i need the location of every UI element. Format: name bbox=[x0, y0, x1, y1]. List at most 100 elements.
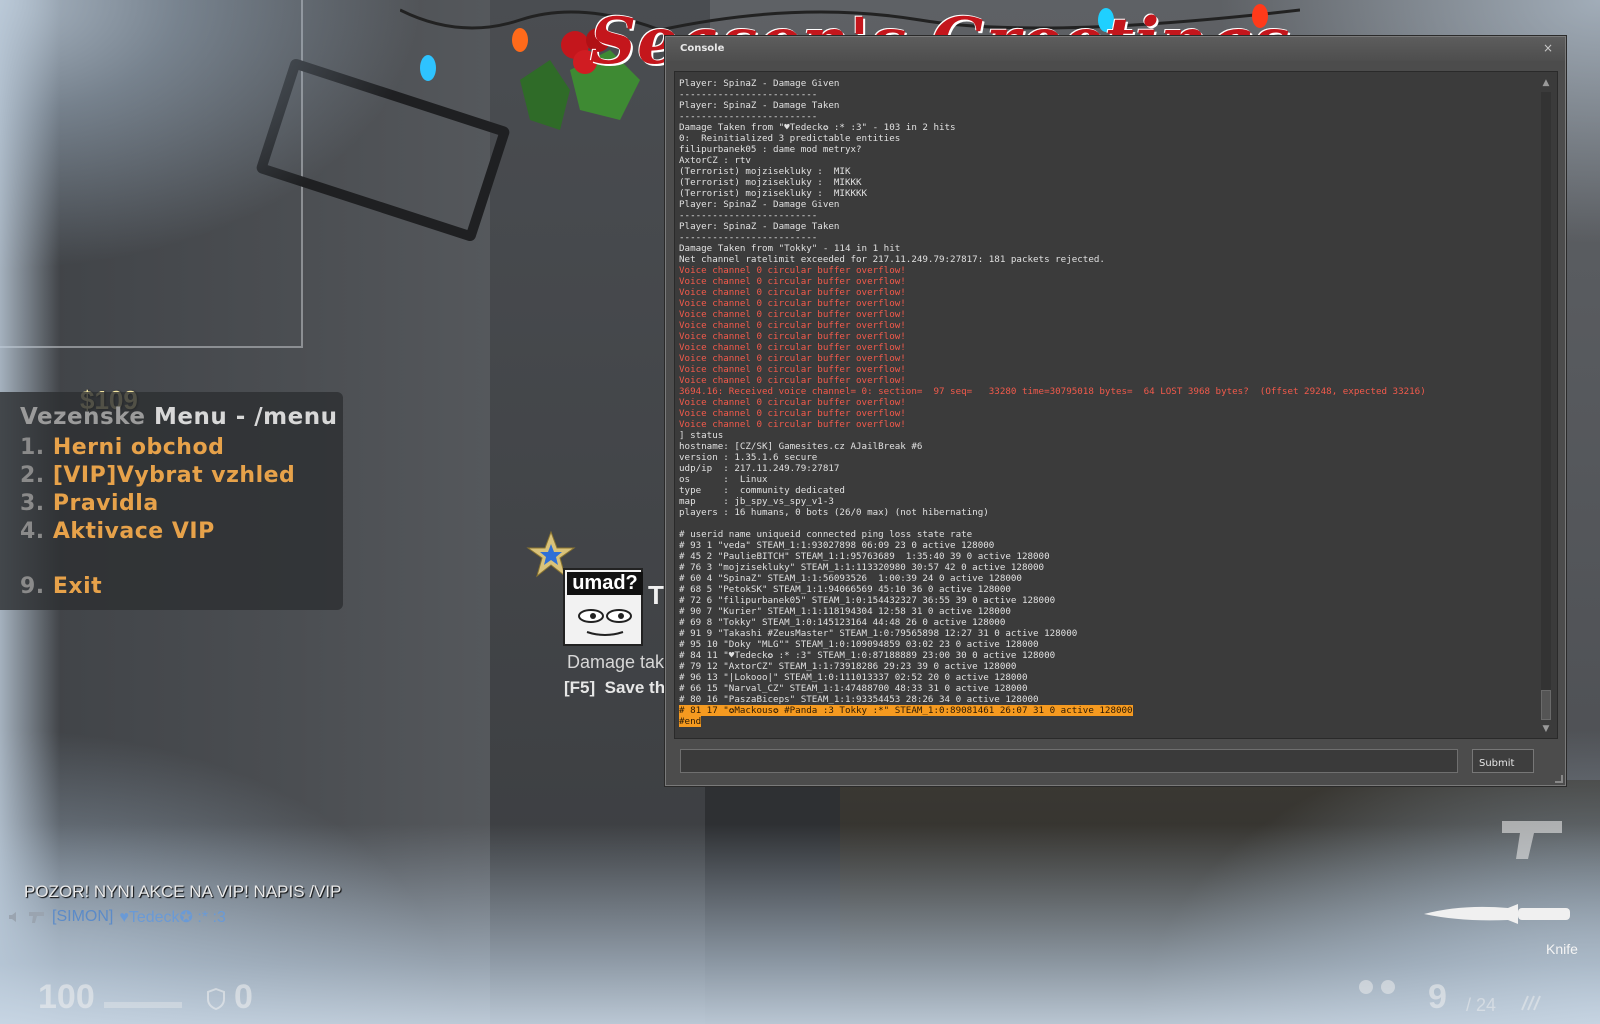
console-line: Voice channel 0 circular buffer overflow… bbox=[679, 342, 906, 353]
menu-item-shop[interactable]: 1. Herni obchod bbox=[20, 434, 343, 462]
attacker-avatar: umad? bbox=[563, 568, 643, 646]
ammo-clip-value: 9 bbox=[1428, 978, 1447, 1016]
console-line: Voice channel 0 circular buffer overflow… bbox=[679, 331, 906, 342]
pistol-icon[interactable] bbox=[1500, 815, 1566, 863]
scroll-up-icon[interactable]: ▲ bbox=[1539, 76, 1553, 90]
scroll-thumb[interactable] bbox=[1541, 690, 1551, 720]
menu-item-number: 9. bbox=[20, 574, 45, 599]
menu-title-suffix: Menu - /menu bbox=[145, 404, 338, 430]
console-window[interactable]: Console × Player: SpinaZ - Damage Given -… bbox=[665, 36, 1566, 786]
console-line: # 60 4 "SpinaZ" STEAM_1:1:56093526 1:00:… bbox=[679, 573, 1022, 584]
console-line: Voice channel 0 circular buffer overflow… bbox=[679, 265, 906, 276]
console-line: Voice channel 0 circular buffer overflow… bbox=[679, 397, 906, 408]
console-line: (Terrorist) mojzisekluky : MIK bbox=[679, 166, 851, 177]
ammo-reserve-value: / 24 bbox=[1466, 995, 1497, 1015]
console-line: # 80 16 "PaszaBiceps" STEAM_1:1:93354453… bbox=[679, 694, 1039, 705]
menu-item-label: Herni obchod bbox=[52, 435, 225, 460]
avatar-caption: umad? bbox=[567, 572, 643, 595]
console-line: AxtorCZ : rtv bbox=[679, 155, 751, 166]
console-line: udp/ip : 217.11.249.79:27817 bbox=[679, 463, 840, 474]
console-line: # 95 10 "Doky "MLG"" STEAM_1:0:109094859… bbox=[679, 639, 1039, 650]
console-line: # 45 2 "PaulieBITCH" STEAM_1:1:95763689 … bbox=[679, 551, 1050, 562]
menu-item-number: 3. bbox=[20, 491, 45, 516]
console-line: 0: Reinitialized 3 predictable entities bbox=[679, 133, 901, 144]
save-action: Save th bbox=[604, 678, 666, 697]
console-title: Console bbox=[680, 43, 725, 54]
save-hint: [F5] Save th bbox=[564, 678, 668, 698]
chat-line-voice: [SIMON] ♥Tedeck✪ :* :3 bbox=[8, 907, 226, 927]
menu-title: Vezenske Menu - /menu bbox=[20, 404, 343, 434]
chat-tag: [SIMON] bbox=[52, 908, 114, 925]
menu-item-number: 2. bbox=[20, 463, 45, 488]
console-line: Voice channel 0 circular buffer overflow… bbox=[679, 309, 906, 320]
console-line: type : community dedicated bbox=[679, 485, 845, 496]
console-line: # 81 17 "✪Mackous✪ #Panda :3 Tokky :*" S… bbox=[679, 705, 1133, 716]
damage-taken-card: umad? T Damage tak [F5] Save th bbox=[526, 530, 668, 710]
console-command-input[interactable] bbox=[680, 749, 1458, 773]
console-line: Player: SpinaZ - Damage Taken bbox=[679, 221, 840, 232]
meme-face-icon bbox=[578, 609, 632, 636]
attacker-name-initial: T bbox=[648, 580, 664, 610]
console-line: version : 1.35.1.6 secure bbox=[679, 452, 818, 463]
menu-item-rules[interactable]: 3. Pravidla bbox=[20, 490, 343, 518]
console-line: map : jb_spy_vs_spy_v1-3 bbox=[679, 496, 834, 507]
menu-item-vip-skin[interactable]: 2. [VIP]Vybrat vzhled bbox=[20, 462, 343, 490]
console-line: players : 16 humans, 0 bots (26/0 max) (… bbox=[679, 507, 989, 518]
console-line: # 84 11 "♥Tedeck✪ :* :3" STEAM_1:0:87188… bbox=[679, 650, 1056, 661]
menu-item-label: Exit bbox=[52, 574, 103, 599]
console-line: ] status bbox=[679, 430, 724, 441]
console-line: Voice channel 0 circular buffer overflow… bbox=[679, 320, 906, 331]
menu-item-activate-vip[interactable]: 4. Aktivace VIP bbox=[20, 518, 343, 546]
armor-value: 0 bbox=[234, 978, 253, 1016]
submit-button[interactable]: Submit bbox=[1472, 749, 1534, 773]
console-line: ------------------------- bbox=[679, 89, 818, 100]
menu-item-number: 4. bbox=[20, 519, 45, 544]
console-line: ------------------------- bbox=[679, 111, 818, 122]
bullets-icon bbox=[1521, 995, 1541, 1011]
console-line: # 72 6 "filipurbanek05" STEAM_1:0:154432… bbox=[679, 595, 1056, 606]
menu-item-label: Aktivace VIP bbox=[52, 519, 215, 544]
console-line: (Terrorist) mojzisekluky : MIKKKK bbox=[679, 188, 868, 199]
console-line: # 76 3 "mojzisekluky" STEAM_1:1:11332098… bbox=[679, 562, 1045, 573]
scroll-down-icon[interactable]: ▼ bbox=[1539, 722, 1553, 736]
menu-item-label: [VIP]Vybrat vzhled bbox=[52, 463, 296, 488]
console-line: # userid name uniqueid connected ping lo… bbox=[679, 529, 973, 540]
console-line: Voice channel 0 circular buffer overflow… bbox=[679, 364, 906, 375]
console-output[interactable]: Player: SpinaZ - Damage Given -----------… bbox=[679, 78, 1527, 734]
armor-icon bbox=[207, 988, 225, 1010]
console-line: Voice channel 0 circular buffer overflow… bbox=[679, 298, 906, 309]
console-line: Player: SpinaZ - Damage Given bbox=[679, 78, 840, 89]
console-scrollbar[interactable]: ▲ ▼ bbox=[1539, 76, 1553, 736]
console-line: filipurbanek05 : dame mod metryx? bbox=[679, 144, 862, 155]
console-line: Voice channel 0 circular buffer overflow… bbox=[679, 287, 906, 298]
console-line: ------------------------- bbox=[679, 210, 818, 221]
chat-player-name: ♥Tedeck✪ :* :3 bbox=[119, 909, 226, 926]
console-line: Voice channel 0 circular buffer overflow… bbox=[679, 419, 906, 430]
damage-taken-label: Damage tak bbox=[567, 652, 665, 672]
gun-icon bbox=[29, 912, 44, 923]
console-line: (Terrorist) mojzisekluky : MIKKK bbox=[679, 177, 862, 188]
chat-line-announcement: POZOR! NYNI AKCE NA VIP! NAPIS /VIP bbox=[24, 882, 342, 901]
console-output-panel[interactable]: Player: SpinaZ - Damage Given -----------… bbox=[674, 71, 1558, 739]
console-line: # 90 7 "Kurier" STEAM_1:1:118194304 12:5… bbox=[679, 606, 1011, 617]
speaker-icon bbox=[9, 912, 16, 922]
console-line: # 69 8 "Tokky" STEAM_1:0:145123164 44:48… bbox=[679, 617, 1006, 628]
menu-item-label: Pravidla bbox=[52, 491, 159, 516]
console-line: Voice channel 0 circular buffer overflow… bbox=[679, 375, 906, 386]
console-line: hostname: [CZ/SK] Gamesites.cz AJailBrea… bbox=[679, 441, 923, 452]
knife-icon[interactable] bbox=[1422, 898, 1572, 932]
console-line: Player: SpinaZ - Damage Taken bbox=[679, 100, 840, 111]
close-icon[interactable]: × bbox=[1541, 41, 1555, 55]
health-bar bbox=[104, 1002, 182, 1008]
scroll-track[interactable] bbox=[1541, 92, 1551, 720]
console-line: Damage Taken from "Tokky" - 114 in 1 hit bbox=[679, 243, 901, 254]
console-line: Player: SpinaZ - Damage Given bbox=[679, 199, 840, 210]
console-line: # 66 15 "Narval_CZ" STEAM_1:1:47488700 4… bbox=[679, 683, 1028, 694]
menu-item-exit[interactable]: 9. Exit bbox=[20, 573, 343, 601]
resize-grip-icon[interactable] bbox=[1555, 775, 1563, 783]
console-line: Voice channel 0 circular buffer overflow… bbox=[679, 408, 906, 419]
console-line: # 96 13 "|Lokooo|" STEAM_1:0:111013337 0… bbox=[679, 672, 1028, 683]
console-line: ------------------------- bbox=[679, 232, 818, 243]
console-titlebar[interactable]: Console × bbox=[666, 37, 1565, 61]
